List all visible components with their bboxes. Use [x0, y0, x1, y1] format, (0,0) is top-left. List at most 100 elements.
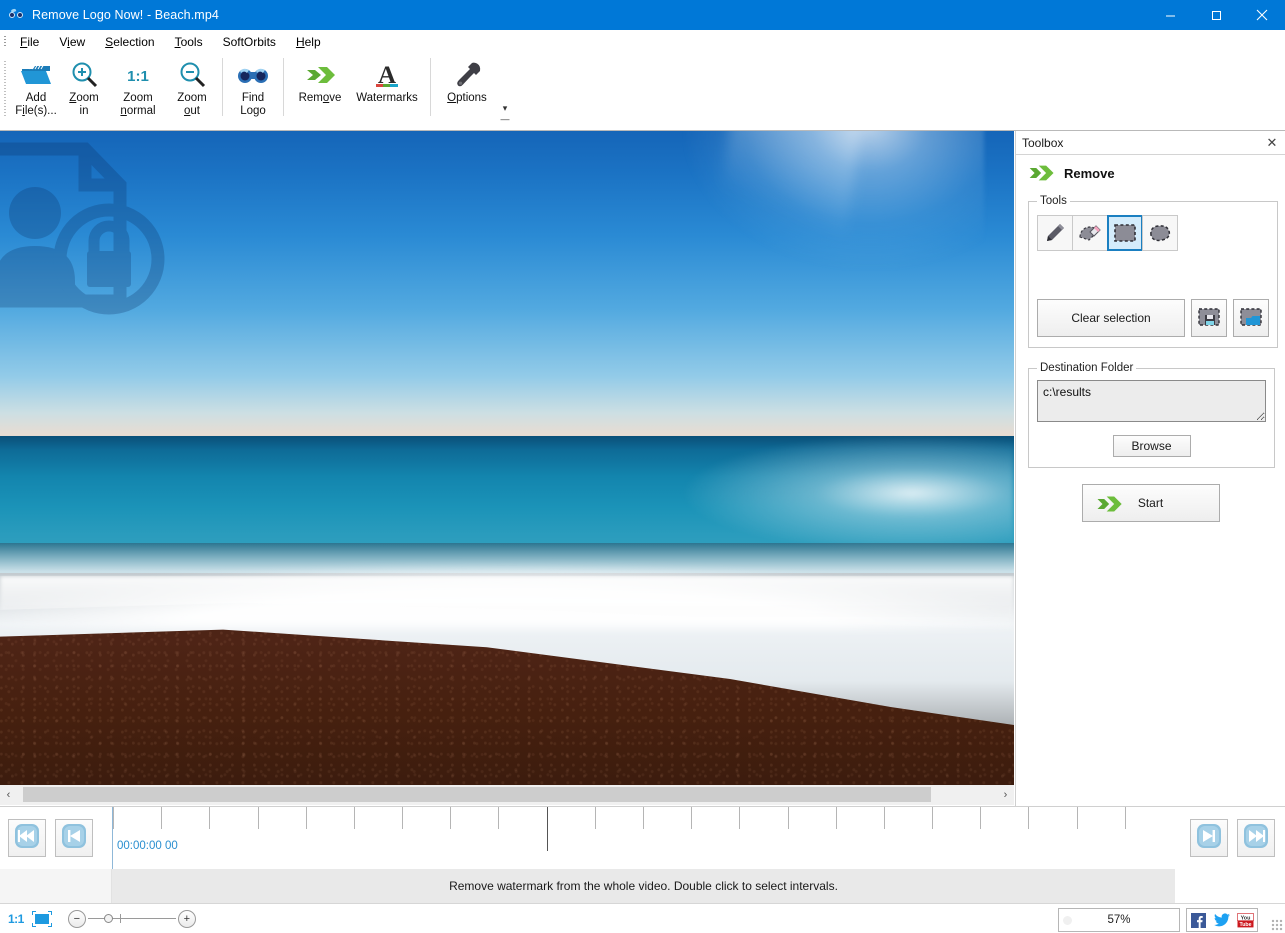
main-toolbar: AddFile(s)... Zoomin 1:1: [0, 54, 1285, 131]
watermarks-button[interactable]: A Watermarks: [350, 54, 424, 124]
add-files-button[interactable]: AddFile(s)...: [12, 54, 60, 124]
destination-folder-label: Destination Folder: [1037, 362, 1136, 374]
zoom-in-icon: [69, 58, 99, 92]
status-strip: Remove watermark from the whole video. D…: [0, 869, 1285, 903]
green-arrow-icon: [1095, 494, 1125, 517]
sea-glitter: [649, 436, 1014, 560]
menu-view[interactable]: View: [49, 32, 95, 52]
twitter-icon[interactable]: [1213, 912, 1230, 929]
ruler-tick-major: [547, 807, 548, 851]
application-window: Remove Logo Now! - Beach.mp4 File View S…: [0, 0, 1285, 933]
menu-help[interactable]: Help: [286, 32, 331, 52]
maximize-button[interactable]: [1193, 0, 1239, 30]
find-logo-label: FindLogo: [240, 92, 266, 118]
save-selection-button[interactable]: [1191, 299, 1227, 337]
toolbar-separator-1: [222, 58, 223, 116]
ruler-tick: [258, 807, 259, 829]
binoculars-icon: [9, 7, 25, 23]
zoom-in-stepper[interactable]: +: [178, 910, 196, 928]
menu-grip-handle[interactable]: [0, 30, 10, 54]
previous-frame-button[interactable]: [55, 819, 93, 857]
ruler-tick: [884, 807, 885, 829]
destination-folder-group: Destination Folder Browse: [1028, 362, 1275, 468]
timeline-ruler[interactable]: 00:00:00 00: [112, 807, 1173, 870]
next-frame-button[interactable]: [1190, 819, 1228, 857]
ruler-tick: [1077, 807, 1078, 829]
ruler-tick: [932, 807, 933, 829]
browse-label: Browse: [1131, 439, 1171, 453]
toolbox-section-header: Remove: [1016, 155, 1285, 189]
rectangle-select-tool-button[interactable]: [1107, 215, 1143, 251]
load-selection-button[interactable]: [1233, 299, 1269, 337]
ruler-tick: [498, 807, 499, 829]
scroll-left-arrow[interactable]: ‹: [0, 785, 17, 805]
options-button[interactable]: Options: [437, 54, 497, 124]
zoom-value-field[interactable]: 57%: [1058, 908, 1180, 932]
toolbox-panel: Toolbox ✕ Remove Tools: [1015, 131, 1285, 806]
video-canvas[interactable]: [0, 131, 1014, 785]
wrench-icon: [452, 58, 482, 92]
document-person-lock-icon: [0, 141, 190, 331]
zoom-out-stepper[interactable]: −: [68, 910, 86, 928]
window-title: Remove Logo Now! - Beach.mp4: [32, 8, 219, 22]
tools-group-label: Tools: [1037, 195, 1070, 207]
menu-softorbits[interactable]: SoftOrbits: [213, 32, 286, 52]
destination-path-input[interactable]: [1037, 380, 1266, 422]
green-arrow-icon: [1028, 163, 1056, 183]
zoom-out-button[interactable]: Zoomout: [168, 54, 216, 124]
ruler-tick: [402, 807, 403, 829]
start-button[interactable]: Start: [1082, 484, 1220, 522]
zoom-in-button[interactable]: Zoomin: [60, 54, 108, 124]
zoom-slider-track[interactable]: [88, 918, 176, 919]
menu-file-label: ile: [27, 35, 39, 49]
find-logo-button[interactable]: FindLogo: [229, 54, 277, 124]
zoom-slider-tick: [120, 914, 121, 923]
first-frame-button[interactable]: [8, 819, 46, 857]
window-controls: [1147, 0, 1285, 30]
minimize-button[interactable]: [1147, 0, 1193, 30]
facebook-icon[interactable]: [1190, 912, 1207, 929]
letter-a-icon: A: [372, 58, 402, 92]
ruler-tick: [643, 807, 644, 829]
menu-tools[interactable]: Tools: [165, 32, 213, 52]
step-back-icon: [61, 823, 87, 854]
social-links: You Tube: [1186, 908, 1258, 932]
remove-button[interactable]: Remove: [290, 54, 350, 124]
status-left-spacer: [0, 869, 112, 903]
menu-selection[interactable]: Selection: [95, 32, 164, 52]
ruler-tick: [595, 807, 596, 829]
ruler-tick: [1028, 807, 1029, 829]
zoom-out-label: Zoomout: [177, 92, 206, 118]
current-time-label: 00:00:00 00: [117, 840, 178, 852]
last-frame-button[interactable]: [1237, 819, 1275, 857]
scrollbar-thumb[interactable]: [23, 787, 931, 802]
canvas-horizontal-scrollbar[interactable]: ‹ ›: [0, 785, 1014, 805]
timeline-right-controls: [1190, 819, 1275, 857]
freeform-select-tool-button[interactable]: [1142, 215, 1178, 251]
scroll-right-arrow[interactable]: ›: [997, 785, 1014, 805]
fit-to-window-icon[interactable]: [32, 911, 52, 927]
pencil-tool-button[interactable]: [1037, 215, 1073, 251]
clear-selection-button[interactable]: Clear selection: [1037, 299, 1185, 337]
ruler-tick: [739, 807, 740, 829]
close-button[interactable]: [1239, 0, 1285, 30]
close-icon[interactable]: ✕: [1265, 135, 1279, 151]
zoom-normal-button[interactable]: 1:1 Zoomnormal: [108, 54, 168, 124]
brush-eraser-tool-button[interactable]: [1072, 215, 1108, 251]
ruler-tick: [354, 807, 355, 829]
browse-button[interactable]: Browse: [1113, 435, 1191, 457]
scale-label[interactable]: 1:1: [8, 912, 24, 926]
zoom-slider[interactable]: − +: [68, 910, 196, 928]
menu-file[interactable]: File: [10, 32, 49, 52]
zoom-slider-knob[interactable]: [104, 914, 113, 923]
toolbox-title: Toolbox: [1022, 136, 1063, 150]
resize-grip[interactable]: [1271, 919, 1283, 931]
status-right-spacer: [1175, 869, 1285, 903]
scrollbar-trough[interactable]: [17, 786, 997, 804]
brush-eraser-icon: [1077, 221, 1103, 245]
rectangle-selection-icon: [1112, 222, 1138, 244]
youtube-icon[interactable]: You Tube: [1237, 912, 1254, 929]
sun-flare: [684, 131, 984, 269]
toolbar-grip-handle[interactable]: [0, 54, 10, 124]
toolbar-overflow-button[interactable]: ▾—: [499, 103, 511, 124]
